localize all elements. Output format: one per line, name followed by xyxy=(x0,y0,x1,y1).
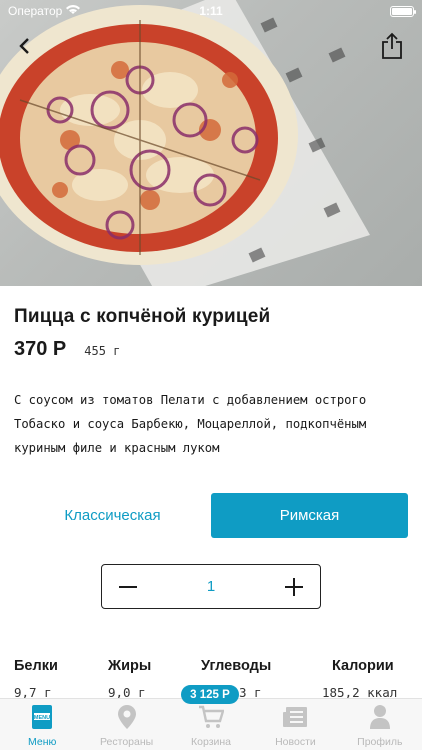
carrier-label: Оператор xyxy=(8,4,63,18)
dough-selector: Классическая Римская xyxy=(14,493,408,538)
nutrition-fat: Жиры 9,0 г xyxy=(108,658,151,700)
share-icon xyxy=(382,32,402,59)
tab-restaurants[interactable]: Рестораны xyxy=(84,699,168,750)
tab-label: Профиль xyxy=(357,736,403,748)
nutrition-label: Белки xyxy=(14,658,58,674)
tab-news[interactable]: Новости xyxy=(253,699,337,750)
tab-label: Меню xyxy=(28,736,57,748)
newspaper-icon xyxy=(281,703,309,731)
dough-option-classic[interactable]: Классическая xyxy=(14,493,211,538)
nutrition-label: Углеводы xyxy=(201,658,272,674)
tab-bar: MENU Меню Рестораны Корзина Новости Проф… xyxy=(0,698,422,750)
wifi-icon xyxy=(66,4,81,18)
location-pin-icon xyxy=(113,703,141,731)
tab-label: Корзина xyxy=(191,736,232,748)
tab-profile[interactable]: Профиль xyxy=(338,699,422,750)
tab-label: Рестораны xyxy=(100,736,154,748)
share-button[interactable] xyxy=(376,30,408,62)
product-title: Пицца с копчёной курицей xyxy=(14,306,271,327)
tab-cart[interactable]: Корзина xyxy=(169,699,253,750)
price-row: 370 Р 455 г xyxy=(14,338,120,361)
status-time: 1:11 xyxy=(199,4,223,18)
cart-total-badge[interactable]: 3 125 Р xyxy=(181,685,239,704)
product-description: С соусом из томатов Пелати с добавлением… xyxy=(14,393,367,455)
chevron-left-icon xyxy=(19,38,29,54)
nutrition-protein: Белки 9,7 г xyxy=(14,658,58,700)
nutrition-calories: Калории 185,2 ккал xyxy=(322,658,397,700)
nutrition-label: Жиры xyxy=(108,658,152,674)
tab-menu[interactable]: MENU Меню xyxy=(0,699,84,750)
product-photo xyxy=(0,0,422,286)
quantity-value: 1 xyxy=(206,578,216,595)
tab-label: Новости xyxy=(275,736,316,748)
decrease-button[interactable] xyxy=(116,575,140,599)
product-weight: 455 г xyxy=(84,344,121,358)
back-button[interactable] xyxy=(8,30,40,62)
svg-text:MENU: MENU xyxy=(34,715,50,721)
user-icon xyxy=(366,703,394,731)
increase-button[interactable] xyxy=(282,575,306,599)
product-price: 370 Р xyxy=(14,338,67,360)
battery-icon xyxy=(390,5,416,17)
nutrition-label: Калории xyxy=(332,658,394,674)
dough-option-roman[interactable]: Римская xyxy=(211,493,408,538)
cart-icon xyxy=(197,703,225,731)
quantity-stepper: 1 xyxy=(101,564,321,609)
menu-icon: MENU xyxy=(28,703,56,731)
status-bar: Оператор 1:11 xyxy=(0,0,422,22)
